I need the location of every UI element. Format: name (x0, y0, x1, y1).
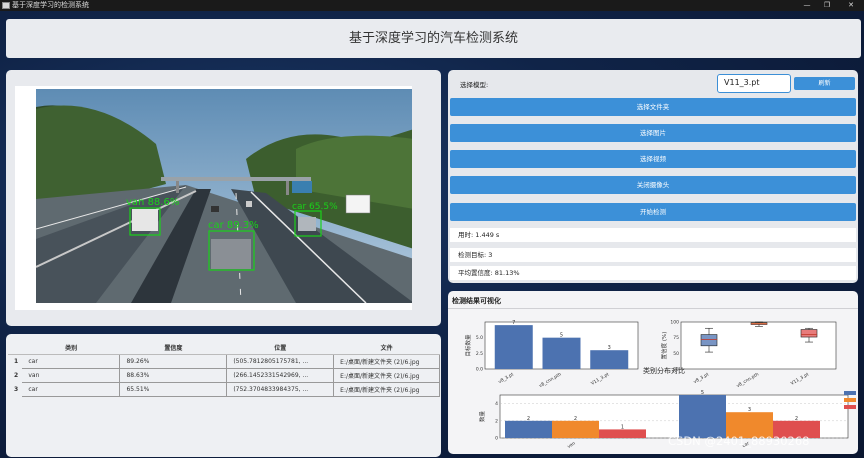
chart3-legend-swatch (844, 398, 856, 402)
row-index: 2 (14, 371, 19, 379)
close-camera-button[interactable]: 关闭摄像头 (450, 176, 856, 194)
chart3-legend-swatch (844, 405, 856, 409)
control-panel: 选择模型: V11_3.pt 刷新 选择文件夹 选择图片 选择视频 关闭摄像头 … (448, 70, 858, 283)
minimize-icon[interactable]: — (800, 0, 814, 11)
charts-canvas: 0.0 2.5 5.0 7 v8_3.pt 5 v8_cnn.pth 3 V11_3.pt 目标数… (464, 320, 856, 450)
chart3-ytick: 2 (495, 418, 498, 424)
window-titlebar: 基于深度学习的检测系统 — ❐ ✕ (0, 0, 864, 11)
chart1-xtick: V11_3.pt (590, 371, 610, 386)
chart1-ytick: 2.5 (476, 351, 483, 357)
chart1-bar-value: 3 (608, 345, 611, 351)
select-folder-button[interactable]: 选择文件夹 (450, 98, 856, 116)
detection-label-car-1: car 89.3% (208, 220, 259, 231)
chart1-bar (542, 337, 581, 369)
chart3-bar-value: 2 (527, 416, 530, 422)
chart2-box (800, 329, 818, 338)
results-table: 类别 置信度 位置 文件 1 car 89.26% (505.781280517… (8, 342, 440, 397)
chart2-ylabel: 置信度 (%) (660, 332, 668, 360)
cell-position[interactable]: (266.1452331542969, ... (226, 368, 335, 383)
chart2-xtick: v8_3.pt (693, 371, 711, 385)
app-icon (2, 2, 10, 9)
chart3-bar (552, 420, 599, 438)
detection-scene: van 88.6% car 89.3% car 65.5% (36, 89, 412, 303)
chart3-bar-value: 1 (621, 424, 624, 430)
cell-position[interactable]: (752.3704833984375, ... (226, 382, 335, 397)
chart1-xtick: v8_3.pt (497, 371, 515, 385)
chart3-bar-value: 5 (701, 390, 704, 396)
col-header-confidence[interactable]: 置信度 (119, 342, 227, 355)
visualization-panel: 检测结果可视化 0.0 2.5 5.0 7 v8_3.pt 5 v8_cnn.pth 3 V11… (448, 291, 858, 454)
chart2-ytick: 50 (673, 351, 679, 357)
chart3-xtick: van (567, 441, 577, 450)
cell-position[interactable]: (505.7812805175781, ... (226, 354, 335, 369)
window-title: 基于深度学习的检测系统 (12, 1, 89, 9)
chart1-bar-value: 7 (512, 320, 515, 326)
chart3-ytick: 0 (495, 436, 498, 442)
detection-label-car-2: car 65.5% (292, 202, 338, 212)
chart1-bar-value: 5 (560, 333, 563, 339)
visualization-title: 检测结果可视化 (452, 297, 501, 305)
model-select-label: 选择模型: (460, 81, 489, 89)
table-row[interactable]: 2 van 88.63% (266.1452331542969, ... E:/… (8, 368, 440, 383)
chart3-legend-swatch (844, 391, 856, 395)
chart3-bar-value: 2 (574, 416, 577, 422)
col-header-file[interactable]: 文件 (333, 342, 440, 355)
chart3-bar-value: 3 (748, 407, 751, 413)
divider (448, 308, 858, 309)
cell-class[interactable]: van (22, 368, 121, 383)
maximize-icon[interactable]: ❐ (820, 0, 834, 11)
chart1-bar (590, 350, 629, 369)
start-detection-button[interactable]: 开始检测 (450, 203, 856, 221)
watermark: CSDN @2401_88930268 (668, 434, 810, 448)
chart3-title: 类别分布对比 (643, 366, 685, 375)
detection-view-panel: van 88.6% car 89.3% car 65.5% (6, 70, 441, 326)
chart2-xtick: V11_3.pt (790, 371, 810, 386)
cell-class[interactable]: car (22, 354, 121, 369)
chart2-ytick: 100 (670, 320, 679, 326)
chart3-ylabel: 数量 (478, 411, 486, 423)
results-table-panel: 类别 置信度 位置 文件 1 car 89.26% (505.781280517… (6, 334, 441, 457)
detection-image-frame: van 88.6% car 89.3% car 65.5% (15, 86, 412, 310)
table-row[interactable]: 1 car 89.26% (505.7812805175781, ... E:/… (8, 354, 440, 369)
cell-confidence[interactable]: 88.63% (119, 368, 228, 383)
row-index: 3 (14, 385, 19, 393)
chart2-xtick: v8_cnn.pth (735, 371, 760, 389)
target-count-stat: 检测目标: 3 (450, 248, 856, 262)
cell-file[interactable]: E:/桌面/新建文件夹 (2)/6.jpg (333, 368, 440, 383)
select-video-button[interactable]: 选择视频 (450, 150, 856, 168)
model-select[interactable]: V11_3.pt (717, 74, 791, 93)
avg-confidence-stat: 平均置信度: 81.13% (450, 266, 856, 280)
elapsed-time-stat: 用时: 1.449 s (450, 228, 856, 242)
select-image-button[interactable]: 选择图片 (450, 124, 856, 142)
chart3-bar (505, 420, 552, 438)
cell-class[interactable]: car (22, 382, 121, 397)
chart2-ytick: 75 (673, 335, 679, 341)
chart1-ylabel: 目标数量 (464, 334, 472, 357)
cell-file[interactable]: E:/桌面/新建文件夹 (2)/6.jpg (333, 382, 440, 397)
chart1-ytick: 0.0 (476, 367, 483, 373)
page-title: 基于深度学习的汽车检测系统 (6, 19, 861, 58)
close-icon[interactable]: ✕ (844, 0, 858, 11)
chart3-bar (599, 429, 646, 438)
col-header-position[interactable]: 位置 (226, 342, 334, 355)
chart3-bar-value: 2 (795, 416, 798, 422)
cell-confidence[interactable]: 65.51% (119, 382, 228, 397)
detection-label-van: van 88.6% (126, 197, 179, 208)
chart3-bar (679, 395, 726, 438)
chart1-ytick: 5.0 (476, 335, 483, 341)
chart3-ytick: 4 (495, 401, 498, 407)
chart1-xtick: v8_cnn.pth (538, 371, 563, 389)
table-row[interactable]: 3 car 65.51% (752.3704833984375, ... E:/… (8, 382, 440, 397)
refresh-button[interactable]: 刷新 (794, 77, 855, 90)
cell-confidence[interactable]: 89.26% (119, 354, 228, 369)
col-header-class[interactable]: 类别 (22, 342, 120, 355)
row-index: 1 (14, 357, 19, 365)
cell-file[interactable]: E:/桌面/新建文件夹 (2)/6.jpg (333, 354, 440, 369)
chart1-bar (494, 325, 533, 369)
chart2-box (700, 334, 718, 347)
